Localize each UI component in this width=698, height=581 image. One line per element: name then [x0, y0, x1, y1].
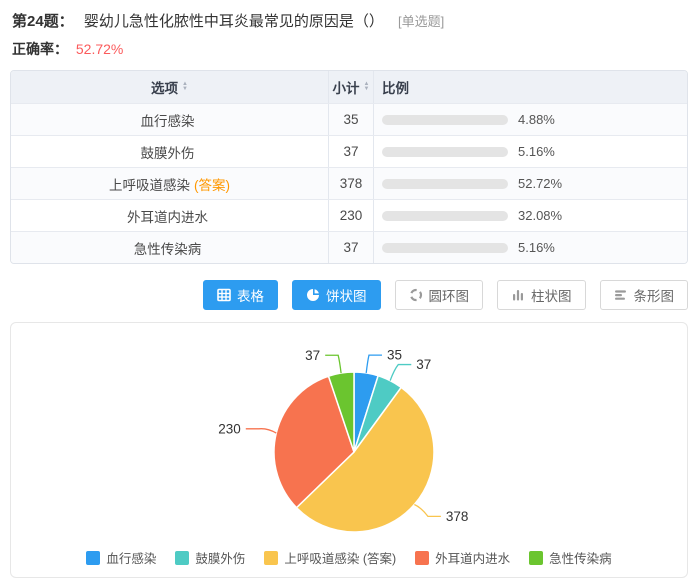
table-row: 上呼吸道感染(答案) 378 52.72% [11, 167, 687, 199]
ratio-bar-track [382, 147, 508, 157]
pie-label-line [390, 365, 411, 381]
table-row: 鼓膜外伤 37 5.16% [11, 135, 687, 167]
option-count: 37 [329, 136, 374, 167]
ratio-percent: 52.72% [518, 176, 562, 191]
pie-label-line [325, 355, 341, 373]
column-chart-button[interactable]: 柱状图 [497, 280, 586, 310]
donut-chart-button[interactable]: 圆环图 [395, 280, 484, 310]
sort-icon[interactable]: ▲▼ [364, 82, 370, 92]
legend-label: 外耳道内进水 [435, 548, 510, 567]
option-label: 急性传染病 [134, 238, 202, 258]
question-number: 第24题： [12, 13, 74, 30]
button-label: 圆环图 [429, 285, 470, 305]
button-label: 条形图 [634, 285, 675, 305]
ratio-percent: 4.88% [518, 112, 555, 127]
survey-result-page: 第24题： 婴幼儿急性化脓性中耳炎最常见的原因是（） [单选题] 正确率： 52… [0, 0, 698, 578]
option-label: 上呼吸道感染 [109, 174, 190, 194]
legend-swatch [415, 551, 429, 565]
legend-swatch [264, 551, 278, 565]
legend-label: 血行感染 [106, 548, 156, 567]
legend-label: 鼓膜外伤 [195, 548, 245, 567]
question-text: 婴幼儿急性化脓性中耳炎最常见的原因是（） [84, 13, 384, 30]
pie-label-line [414, 505, 441, 517]
pie-chart-svg: 35 37 378 230 37 [11, 323, 687, 541]
accuracy-value: 52.72% [76, 41, 123, 57]
donut-icon [409, 288, 423, 302]
legend-swatch [175, 551, 189, 565]
accuracy-label: 正确率： [12, 41, 68, 57]
ratio-percent: 5.16% [518, 240, 555, 255]
table-row: 急性传染病 37 5.16% [11, 231, 687, 263]
pie-label-line [366, 355, 382, 373]
table-row: 血行感染 35 4.88% [11, 103, 687, 135]
button-label: 柱状图 [531, 285, 572, 305]
ratio-bar-track [382, 243, 508, 253]
ratio-bar-track [382, 211, 508, 221]
button-label: 表格 [237, 285, 264, 305]
button-label: 饼状图 [326, 285, 367, 305]
option-label: 外耳道内进水 [127, 206, 208, 226]
hbar-chart-button[interactable]: 条形图 [600, 280, 689, 310]
pie-icon [306, 288, 320, 302]
table-row: 外耳道内进水 230 32.08% [11, 199, 687, 231]
option-count: 35 [329, 104, 374, 135]
ratio-bar-track [382, 179, 508, 189]
sort-icon[interactable]: ▲▼ [182, 82, 188, 92]
legend-item[interactable]: 血行感染 [86, 548, 156, 567]
pie-label: 35 [387, 348, 402, 363]
legend-item[interactable]: 外耳道内进水 [415, 548, 510, 567]
legend-item[interactable]: 急性传染病 [529, 548, 612, 567]
legend-item[interactable]: 上呼吸道感染 (答案) [264, 548, 396, 567]
pie-label: 378 [446, 509, 469, 524]
table-view-button[interactable]: 表格 [203, 280, 278, 310]
ratio-percent: 32.08% [518, 208, 562, 223]
options-table: 选项 ▲▼ 小计 ▲▼ 比例 血行感染 35 4.88% 鼓膜外伤 37 5.1… [10, 70, 688, 264]
pie-chart-button[interactable]: 饼状图 [292, 280, 381, 310]
table-icon [217, 288, 231, 302]
header-count[interactable]: 小计 ▲▼ [329, 71, 374, 103]
chart-type-toolbar: 表格 饼状图 圆环图 柱状图 条形图 [10, 280, 688, 310]
hbar-icon [614, 288, 628, 302]
legend-swatch [529, 551, 543, 565]
option-count: 378 [329, 168, 374, 199]
header-option[interactable]: 选项 ▲▼ [11, 71, 329, 103]
pie-label: 37 [416, 357, 431, 372]
header-count-label: 小计 [333, 77, 360, 97]
chart-legend: 血行感染 鼓膜外伤 上呼吸道感染 (答案) 外耳道内进水 急性传染病 [11, 548, 687, 567]
option-count: 37 [329, 232, 374, 263]
legend-label: 急性传染病 [549, 548, 612, 567]
chart-panel: 35 37 378 230 37 血行感染 鼓膜外伤 上呼吸道感染 (答案) 外耳道内进水 急性… [10, 322, 688, 578]
legend-swatch [86, 551, 100, 565]
ratio-percent: 5.16% [518, 144, 555, 159]
header-ratio-label: 比例 [382, 77, 409, 97]
question-header: 第24题： 婴幼儿急性化脓性中耳炎最常见的原因是（） [单选题] [10, 12, 688, 31]
question-type-tag: [单选题] [398, 14, 444, 29]
pie-label: 230 [218, 421, 241, 436]
answer-tag: (答案) [194, 174, 230, 194]
table-header-row: 选项 ▲▼ 小计 ▲▼ 比例 [11, 71, 687, 103]
ratio-bar-track [382, 115, 508, 125]
legend-label: 上呼吸道感染 (答案) [284, 548, 396, 567]
column-icon [511, 288, 525, 302]
option-label: 鼓膜外伤 [141, 142, 195, 162]
pie-label: 37 [305, 348, 320, 363]
accuracy-row: 正确率： 52.72% [10, 40, 688, 58]
pie-label-line [246, 429, 276, 433]
option-label: 血行感染 [141, 110, 195, 130]
header-ratio: 比例 [374, 71, 687, 103]
header-option-label: 选项 [151, 77, 178, 97]
option-count: 230 [329, 200, 374, 231]
legend-item[interactable]: 鼓膜外伤 [175, 548, 245, 567]
